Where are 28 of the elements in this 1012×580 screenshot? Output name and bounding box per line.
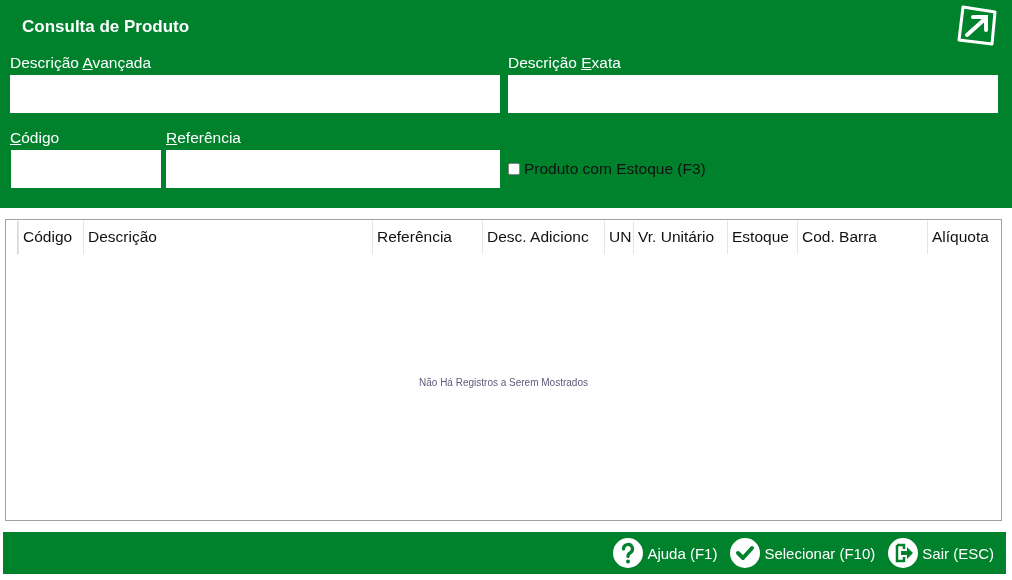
field-label: Código bbox=[10, 129, 61, 147]
column-header[interactable]: Vr. Unitário bbox=[633, 221, 727, 254]
exit-icon bbox=[887, 537, 920, 569]
column-header[interactable]: Código bbox=[18, 221, 83, 254]
input-field[interactable] bbox=[166, 150, 500, 188]
field-label: Referência bbox=[166, 129, 242, 147]
exit-button[interactable]: Sair (ESC) bbox=[887, 537, 994, 569]
field-label: Descrição Avançada bbox=[10, 54, 153, 72]
input-field[interactable] bbox=[10, 75, 500, 113]
column-header[interactable]: Estoque bbox=[727, 221, 797, 254]
column-header[interactable]: Descrição bbox=[83, 221, 372, 254]
empty-message: Não Há Registros a Serem Mostrados bbox=[418, 377, 589, 388]
column-header[interactable]: Alíquota bbox=[927, 221, 1000, 254]
select-button[interactable]: Selecionar (F10) bbox=[729, 537, 876, 569]
checkmark-icon bbox=[729, 537, 762, 569]
column-header[interactable]: UN bbox=[604, 221, 633, 254]
help-button[interactable]: Ajuda (F1) bbox=[612, 537, 718, 569]
input-field[interactable] bbox=[11, 150, 161, 188]
column-header[interactable]: Referência bbox=[372, 221, 482, 254]
export-icon[interactable] bbox=[955, 4, 999, 48]
field-label: Descrição Exata bbox=[508, 54, 622, 72]
checkbox[interactable] bbox=[508, 163, 520, 175]
help-icon bbox=[612, 537, 645, 569]
input-field[interactable] bbox=[508, 75, 998, 113]
window-title: Consulta de Produto bbox=[22, 17, 190, 37]
checkbox-label: Produto com Estoque (F3) bbox=[524, 160, 706, 178]
column-header[interactable]: Desc. Adicionc bbox=[482, 221, 604, 254]
column-header[interactable]: Cod. Barra bbox=[797, 221, 927, 254]
